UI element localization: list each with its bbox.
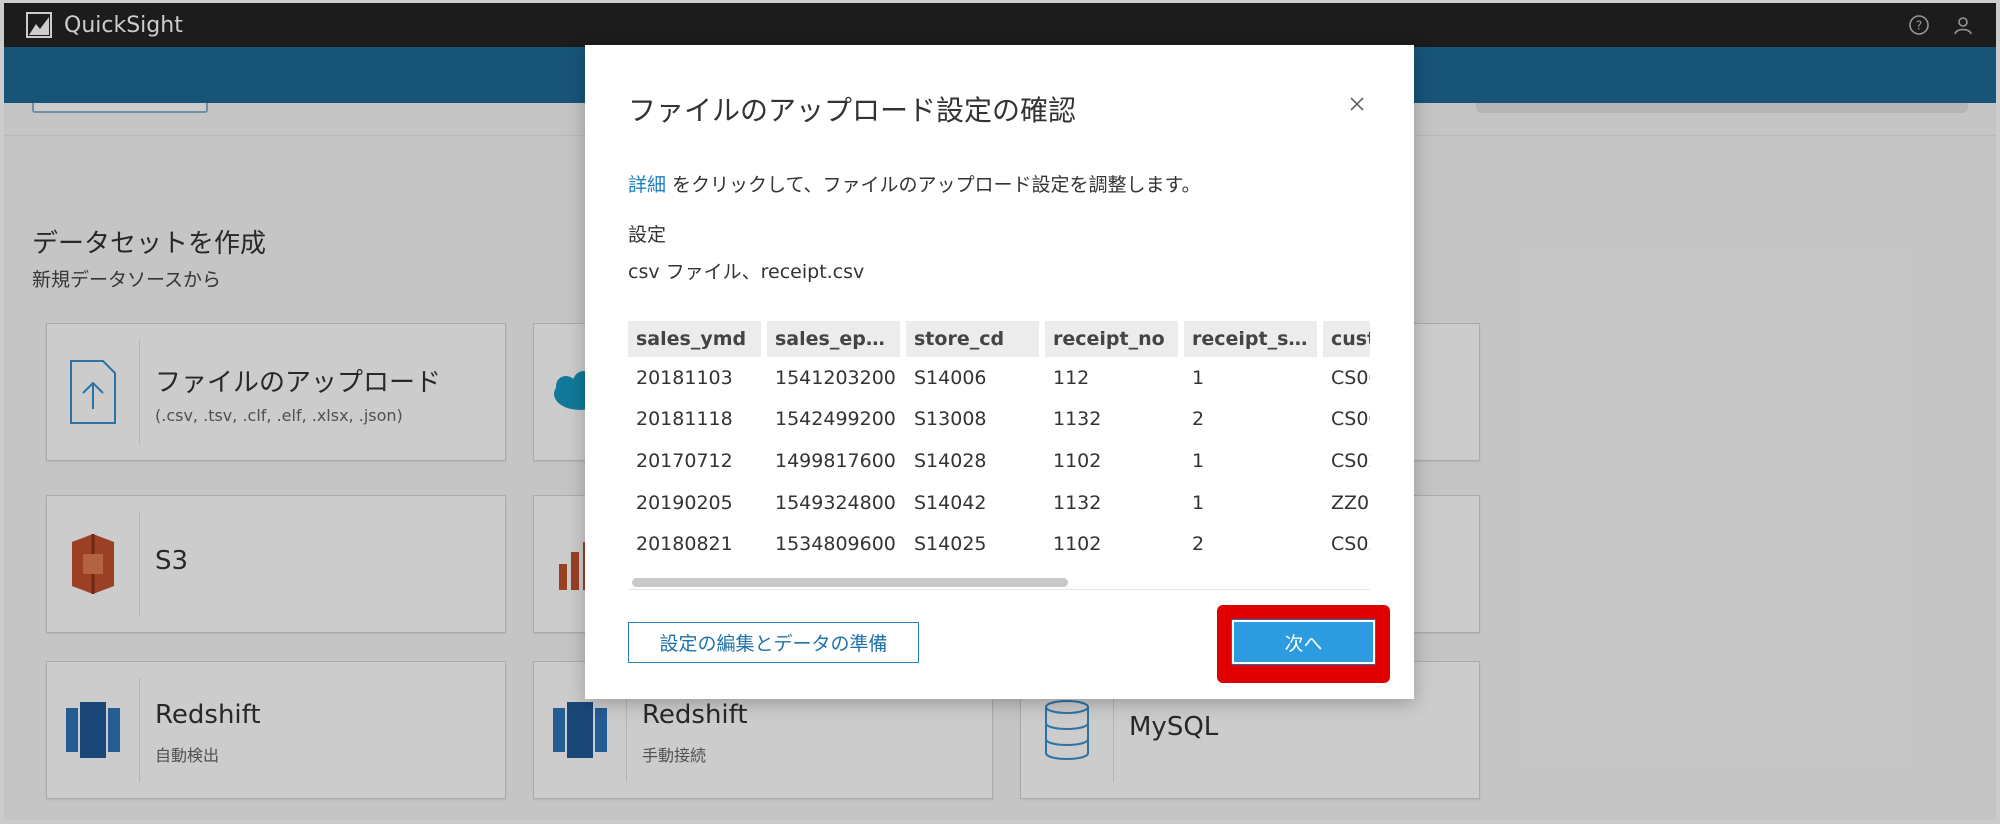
table-header-row: sales_ymd sales_epoch store_cd receipt_n… bbox=[628, 321, 1370, 357]
horizontal-scrollbar[interactable] bbox=[632, 578, 1068, 587]
table-cell: 2 bbox=[1192, 408, 1205, 431]
table-row: 20181118 1542499200 S13008 1132 2 CS008 bbox=[628, 399, 1370, 441]
column-header: sales_ymd bbox=[628, 321, 767, 357]
column-header: receipt_no bbox=[1045, 321, 1184, 357]
table-cell: CS006 bbox=[1331, 366, 1370, 389]
column-header: custo bbox=[1323, 321, 1370, 357]
table-row: 20170712 1499817600 S14028 1102 1 CS028 bbox=[628, 440, 1370, 482]
table-row: 20180821 1534809600 S14025 1102 2 CS025 bbox=[628, 523, 1370, 565]
table-cell: 20180821 bbox=[636, 533, 733, 556]
table-cell: 1499817600 bbox=[775, 449, 896, 472]
table-cell: S13008 bbox=[914, 408, 987, 431]
table-cell: CS028 bbox=[1331, 449, 1370, 472]
table-cell: 1 bbox=[1192, 366, 1205, 389]
table-cell: ZZ000 bbox=[1331, 491, 1370, 514]
table-cell: 20181103 bbox=[636, 366, 733, 389]
table-cell: CS008 bbox=[1331, 408, 1370, 431]
table-cell: 1534809600 bbox=[775, 533, 896, 556]
table-row: 20190205 1549324800 S14042 1132 1 ZZ000 bbox=[628, 482, 1370, 524]
table-cell: 1542499200 bbox=[775, 408, 896, 431]
table-cell: S14042 bbox=[914, 491, 987, 514]
table-cell: 1132 bbox=[1053, 408, 1102, 431]
table-cell: S14028 bbox=[914, 449, 987, 472]
details-link[interactable]: 詳細 bbox=[628, 174, 666, 196]
table-cell: 112 bbox=[1053, 366, 1090, 389]
close-button[interactable] bbox=[1346, 93, 1368, 115]
table-divider bbox=[628, 589, 1370, 590]
table-cell: 20190205 bbox=[636, 491, 733, 514]
table-cell: 20181118 bbox=[636, 408, 733, 431]
table-cell: 1102 bbox=[1053, 533, 1102, 556]
table-cell: 1132 bbox=[1053, 491, 1102, 514]
table-cell: 2 bbox=[1192, 533, 1205, 556]
column-header: store_cd bbox=[906, 321, 1045, 357]
close-icon bbox=[1350, 97, 1364, 111]
table-cell: 1 bbox=[1192, 449, 1205, 472]
column-header: sales_epoch bbox=[767, 321, 906, 357]
table-cell: CS025 bbox=[1331, 533, 1370, 556]
table-cell: S14006 bbox=[914, 366, 987, 389]
table-cell: 20170712 bbox=[636, 449, 733, 472]
upload-settings-dialog: ファイルのアップロード設定の確認 詳細 をクリックして、ファイルのアップロード設… bbox=[585, 45, 1414, 699]
table-cell: 1102 bbox=[1053, 449, 1102, 472]
description-text: をクリックして、ファイルのアップロード設定を調整します。 bbox=[666, 174, 1201, 196]
dialog-description: 詳細 をクリックして、ファイルのアップロード設定を調整します。 bbox=[628, 170, 1201, 197]
settings-label: 設定 bbox=[628, 224, 667, 246]
dialog-title: ファイルのアップロード設定の確認 bbox=[628, 94, 1077, 127]
table-row: 20181103 1541203200 S14006 112 1 CS006 bbox=[628, 357, 1370, 399]
table-cell: 1549324800 bbox=[775, 491, 896, 514]
table-cell: S14025 bbox=[914, 533, 987, 556]
edit-and-prepare-button[interactable]: 設定の編集とデータの準備 bbox=[628, 622, 919, 663]
table-cell: 1 bbox=[1192, 491, 1205, 514]
settings-value: csv ファイル、receipt.csv bbox=[628, 261, 865, 283]
preview-table: sales_ymd sales_epoch store_cd receipt_n… bbox=[628, 321, 1370, 565]
next-button[interactable]: 次へ bbox=[1232, 620, 1375, 664]
column-header: receipt_su... bbox=[1184, 321, 1323, 357]
table-cell: 1541203200 bbox=[775, 366, 896, 389]
